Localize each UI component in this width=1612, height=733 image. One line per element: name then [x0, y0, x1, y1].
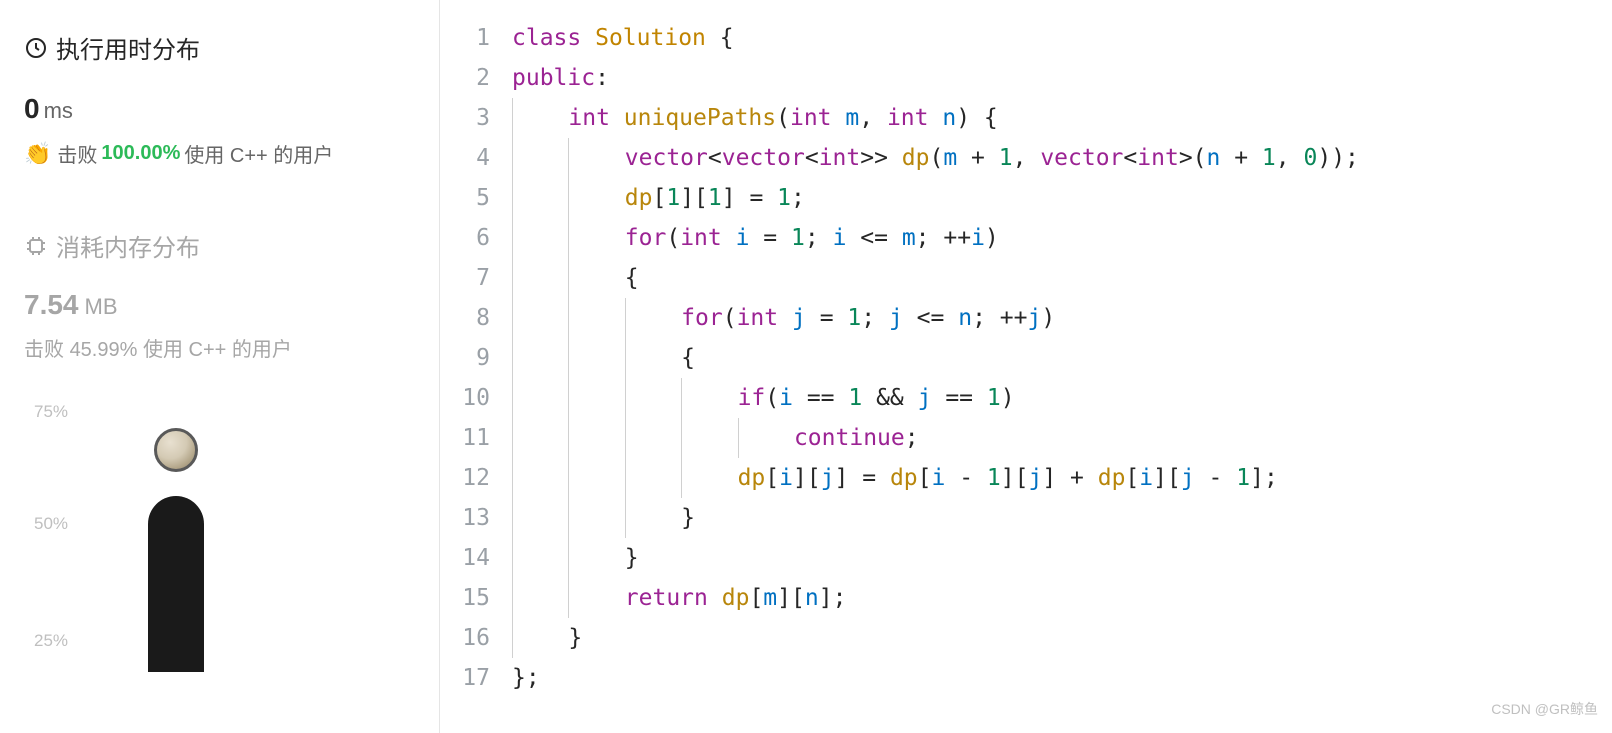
code-line[interactable]: 10 if(i == 1 && j == 1): [462, 378, 1612, 418]
code-content[interactable]: {: [512, 258, 1612, 298]
code-line[interactable]: 2public:: [462, 58, 1612, 98]
line-number: 3: [462, 98, 512, 138]
line-number: 2: [462, 58, 512, 98]
line-number: 13: [462, 498, 512, 538]
line-number: 5: [462, 178, 512, 218]
code-line[interactable]: 12 dp[i][j] = dp[i - 1][j] + dp[i][j - 1…: [462, 458, 1612, 498]
code-line[interactable]: 17};: [462, 658, 1612, 698]
code-line[interactable]: 14 }: [462, 538, 1612, 578]
code-content[interactable]: vector<vector<int>> dp(m + 1, vector<int…: [512, 138, 1612, 178]
line-number: 15: [462, 578, 512, 618]
code-content[interactable]: dp[i][j] = dp[i - 1][j] + dp[i][j - 1];: [512, 458, 1612, 498]
chart-bar-0[interactable]: [148, 496, 204, 672]
line-number: 16: [462, 618, 512, 658]
code-line[interactable]: 3 int uniquePaths(int m, int n) {: [462, 98, 1612, 138]
code-line[interactable]: 11 continue;: [462, 418, 1612, 458]
code-content[interactable]: for(int j = 1; j <= n; ++j): [512, 298, 1612, 338]
code-content[interactable]: class Solution {: [512, 18, 1612, 58]
code-content[interactable]: };: [512, 658, 1612, 698]
code-line[interactable]: 16 }: [462, 618, 1612, 658]
y-tick-75: 75%: [34, 402, 68, 422]
runtime-beat-suffix: 使用 C++ 的用户: [184, 139, 333, 168]
code-content[interactable]: }: [512, 498, 1612, 538]
code-content[interactable]: if(i == 1 && j == 1): [512, 378, 1612, 418]
code-content[interactable]: dp[1][1] = 1;: [512, 178, 1612, 218]
code-line[interactable]: 8 for(int j = 1; j <= n; ++j): [462, 298, 1612, 338]
line-number: 10: [462, 378, 512, 418]
chip-icon: [24, 234, 48, 258]
runtime-beat-prefix: 击败: [57, 139, 97, 168]
code-line[interactable]: 13 }: [462, 498, 1612, 538]
runtime-distribution-chart[interactable]: 75% 50% 25%: [34, 412, 415, 672]
code-line[interactable]: 1class Solution {: [462, 18, 1612, 58]
line-number: 14: [462, 538, 512, 578]
user-avatar-marker[interactable]: [154, 428, 198, 472]
line-number: 4: [462, 138, 512, 178]
code-content[interactable]: }: [512, 618, 1612, 658]
line-number: 8: [462, 298, 512, 338]
code-content[interactable]: for(int i = 1; i <= m; ++i): [512, 218, 1612, 258]
line-number: 17: [462, 658, 512, 698]
code-content[interactable]: {: [512, 338, 1612, 378]
chart-bars: [94, 412, 415, 672]
code-line[interactable]: 7 {: [462, 258, 1612, 298]
line-number: 1: [462, 18, 512, 58]
runtime-number: 0: [24, 93, 40, 124]
runtime-value: 0ms: [24, 93, 415, 125]
code-line[interactable]: 4 vector<vector<int>> dp(m + 1, vector<i…: [462, 138, 1612, 178]
runtime-beat-percent: 100.00%: [101, 142, 180, 165]
line-number: 7: [462, 258, 512, 298]
clap-icon: 👏: [24, 141, 51, 167]
memory-header: 消耗内存分布: [24, 228, 415, 263]
memory-value: 7.54MB: [24, 289, 415, 321]
code-line[interactable]: 15 return dp[m][n];: [462, 578, 1612, 618]
y-tick-25: 25%: [34, 631, 68, 651]
code-content[interactable]: return dp[m][n];: [512, 578, 1612, 618]
code-line[interactable]: 6 for(int i = 1; i <= m; ++i): [462, 218, 1612, 258]
code-line[interactable]: 5 dp[1][1] = 1;: [462, 178, 1612, 218]
memory-unit: MB: [85, 294, 118, 319]
code-content[interactable]: int uniquePaths(int m, int n) {: [512, 98, 1612, 138]
code-line[interactable]: 9 {: [462, 338, 1612, 378]
chart-y-axis: 75% 50% 25%: [34, 412, 84, 672]
memory-header-text: 消耗内存分布: [56, 228, 200, 263]
memory-beat-line: 击败 45.99% 使用 C++ 的用户: [24, 333, 415, 362]
code-content[interactable]: }: [512, 538, 1612, 578]
line-number: 11: [462, 418, 512, 458]
line-number: 6: [462, 218, 512, 258]
memory-beat-percent: 45.99%: [70, 339, 138, 361]
code-content[interactable]: continue;: [512, 418, 1612, 458]
runtime-header: 执行用时分布: [24, 30, 415, 65]
memory-number: 7.54: [24, 289, 79, 320]
code-editor[interactable]: 1class Solution {2public:3 int uniquePat…: [440, 0, 1612, 733]
memory-beat-prefix: 击败: [24, 339, 64, 361]
line-number: 9: [462, 338, 512, 378]
clock-icon: [24, 36, 48, 60]
stats-panel: 执行用时分布 0ms 👏 击败 100.00% 使用 C++ 的用户 消耗内存分…: [0, 0, 440, 733]
memory-beat-suffix: 使用 C++ 的用户: [143, 339, 292, 361]
code-content[interactable]: public:: [512, 58, 1612, 98]
runtime-header-text: 执行用时分布: [56, 30, 200, 65]
y-tick-50: 50%: [34, 514, 68, 534]
runtime-beat-line: 👏 击败 100.00% 使用 C++ 的用户: [24, 139, 415, 168]
runtime-unit: ms: [44, 98, 73, 123]
watermark-text: CSDN @GR鲸鱼: [1491, 689, 1598, 729]
line-number: 12: [462, 458, 512, 498]
